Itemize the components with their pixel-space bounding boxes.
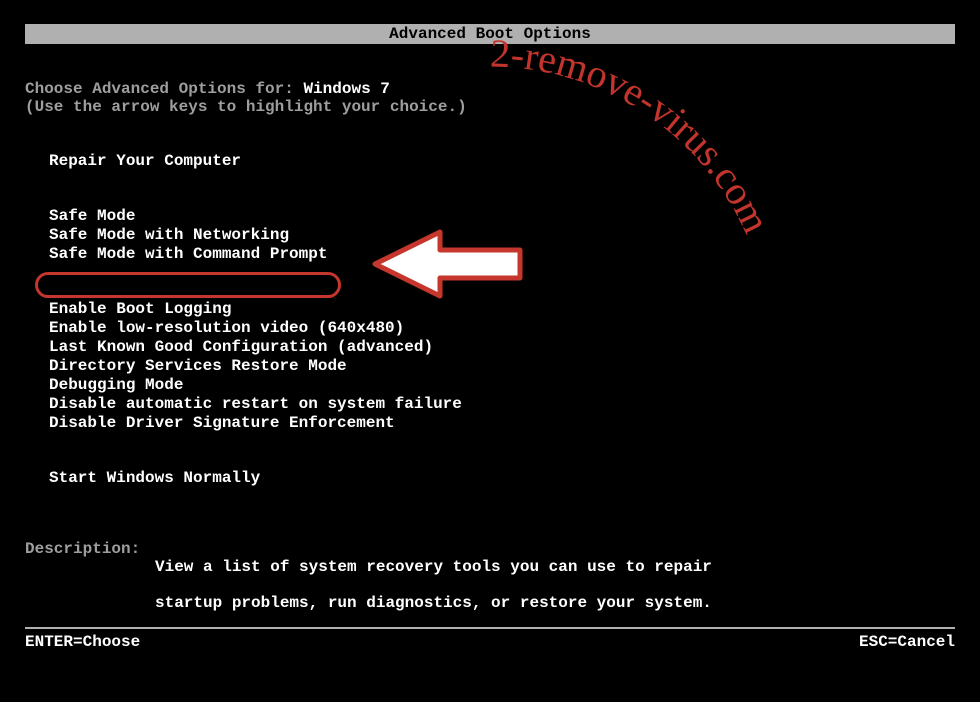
menu-item-disable-driver-sig[interactable]: Disable Driver Signature Enforcement bbox=[49, 414, 395, 433]
menu-group-normal: Start Windows Normally bbox=[25, 469, 955, 488]
menu-item-directory-services[interactable]: Directory Services Restore Mode bbox=[49, 357, 347, 376]
header-title: Advanced Boot Options bbox=[389, 25, 591, 43]
menu-item-disable-auto-restart[interactable]: Disable automatic restart on system fail… bbox=[49, 395, 462, 414]
menu-item-last-known-good[interactable]: Last Known Good Configuration (advanced) bbox=[49, 338, 433, 357]
menu-item-safe-mode-networking[interactable]: Safe Mode with Networking bbox=[49, 226, 289, 245]
menu-group-safe-modes: Safe Mode Safe Mode with Networking Safe… bbox=[25, 207, 955, 264]
footer-enter-hint: ENTER=Choose bbox=[25, 633, 140, 651]
menu-item-start-normally[interactable]: Start Windows Normally bbox=[49, 469, 260, 488]
menu-group-repair: Repair Your Computer bbox=[25, 152, 955, 171]
intro-prefix: Choose Advanced Options for: bbox=[25, 80, 303, 98]
os-name: Windows 7 bbox=[303, 80, 389, 98]
menu-item-boot-logging[interactable]: Enable Boot Logging bbox=[49, 300, 231, 319]
menu-item-safe-mode[interactable]: Safe Mode bbox=[49, 207, 135, 226]
description-label: Description: bbox=[25, 540, 155, 630]
footer-esc-hint: ESC=Cancel bbox=[859, 633, 955, 651]
intro-block: Choose Advanced Options for: Windows 7 (… bbox=[25, 80, 955, 116]
description-block: Description: View a list of system recov… bbox=[25, 540, 955, 630]
menu-item-repair-computer[interactable]: Repair Your Computer bbox=[49, 152, 241, 171]
intro-hint: (Use the arrow keys to highlight your ch… bbox=[25, 98, 955, 116]
menu-group-other: Enable Boot Logging Enable low-resolutio… bbox=[25, 300, 955, 433]
menu-item-debugging-mode[interactable]: Debugging Mode bbox=[49, 376, 183, 395]
menu-item-safe-mode-command-prompt[interactable]: Safe Mode with Command Prompt bbox=[49, 245, 327, 264]
description-text: View a list of system recovery tools you… bbox=[155, 540, 712, 630]
header-bar: Advanced Boot Options bbox=[25, 24, 955, 44]
footer-divider bbox=[25, 627, 955, 629]
menu-item-low-res-video[interactable]: Enable low-resolution video (640x480) bbox=[49, 319, 404, 338]
footer: ENTER=Choose ESC=Cancel bbox=[25, 627, 955, 651]
